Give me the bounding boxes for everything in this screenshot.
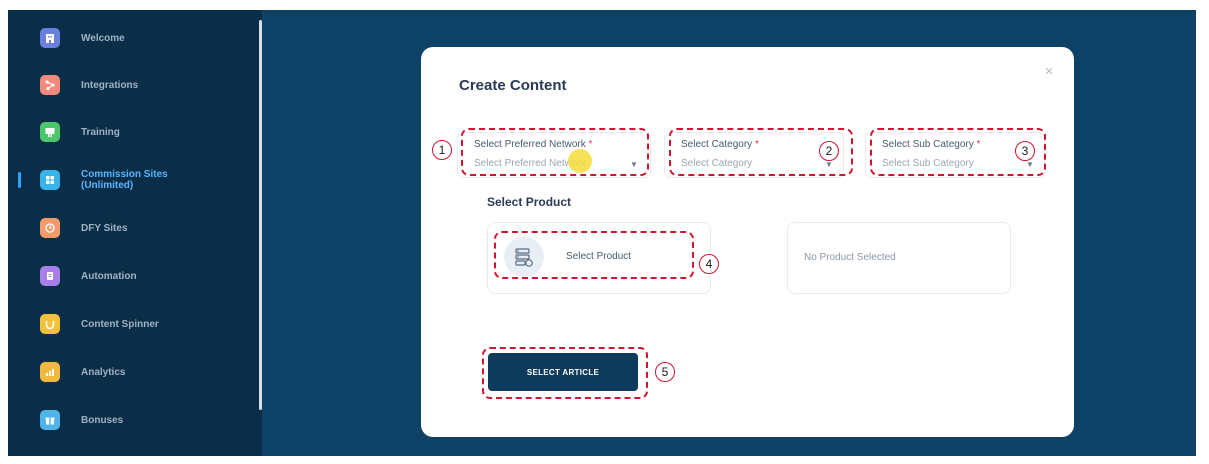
app-window: Welcome Integrations Training Commission… [8, 10, 1196, 456]
dfy-icon [40, 218, 60, 238]
commission-icon [40, 170, 60, 190]
training-icon [40, 122, 60, 142]
selected-product-panel: No Product Selected [787, 222, 1011, 294]
integrations-icon [40, 75, 60, 95]
annotation-box-1 [461, 128, 649, 176]
create-content-modal: Create Content × Select Preferred Networ… [421, 47, 1074, 437]
sidebar-item-commission-sites[interactable]: Commission Sites (Unlimited) [8, 160, 258, 200]
sidebar-item-label: Welcome [81, 32, 125, 44]
annotation-number-3: 3 [1015, 141, 1035, 161]
sidebar-item-label: Commission Sites (Unlimited) [81, 169, 168, 191]
annotation-number-2: 2 [819, 141, 839, 161]
annotation-box-4 [494, 231, 694, 279]
annotation-number-4: 4 [699, 254, 719, 274]
sidebar-item-bonuses[interactable]: Bonuses [8, 400, 258, 440]
bonuses-icon [40, 410, 60, 430]
sidebar-item-label: Integrations [81, 79, 139, 91]
select-product-heading: Select Product [487, 195, 572, 209]
sidebar-scrollbar[interactable] [259, 20, 262, 410]
modal-title: Create Content [459, 77, 567, 94]
sidebar-item-welcome[interactable]: Welcome [8, 18, 258, 58]
sidebar-item-content-spinner[interactable]: Content Spinner [8, 304, 258, 344]
annotation-box-5 [482, 347, 648, 399]
sidebar-item-integrations[interactable]: Integrations [8, 65, 258, 105]
no-product-text: No Product Selected [804, 252, 896, 263]
annotation-number-5: 5 [655, 362, 675, 382]
sidebar-item-automation[interactable]: Automation [8, 256, 258, 296]
sidebar-item-dfy-sites[interactable]: DFY Sites [8, 208, 258, 248]
sidebar-item-label: Bonuses [81, 414, 124, 426]
close-icon[interactable]: × [1042, 64, 1056, 79]
sidebar-item-label: Analytics [81, 366, 126, 378]
sidebar-item-analytics[interactable]: Analytics [8, 352, 258, 392]
analytics-icon [40, 362, 60, 382]
building-icon [40, 28, 60, 48]
automation-icon [40, 266, 60, 286]
sidebar-item-label: Content Spinner [81, 318, 159, 330]
sidebar-item-training[interactable]: Training [8, 112, 258, 152]
sidebar: Welcome Integrations Training Commission… [8, 10, 262, 456]
sidebar-item-label: DFY Sites [81, 222, 128, 234]
spinner-icon [40, 314, 60, 334]
active-indicator [18, 172, 21, 188]
sidebar-item-label: Automation [81, 270, 137, 282]
annotation-number-1: 1 [432, 140, 452, 160]
sidebar-item-label: Training [81, 126, 120, 138]
